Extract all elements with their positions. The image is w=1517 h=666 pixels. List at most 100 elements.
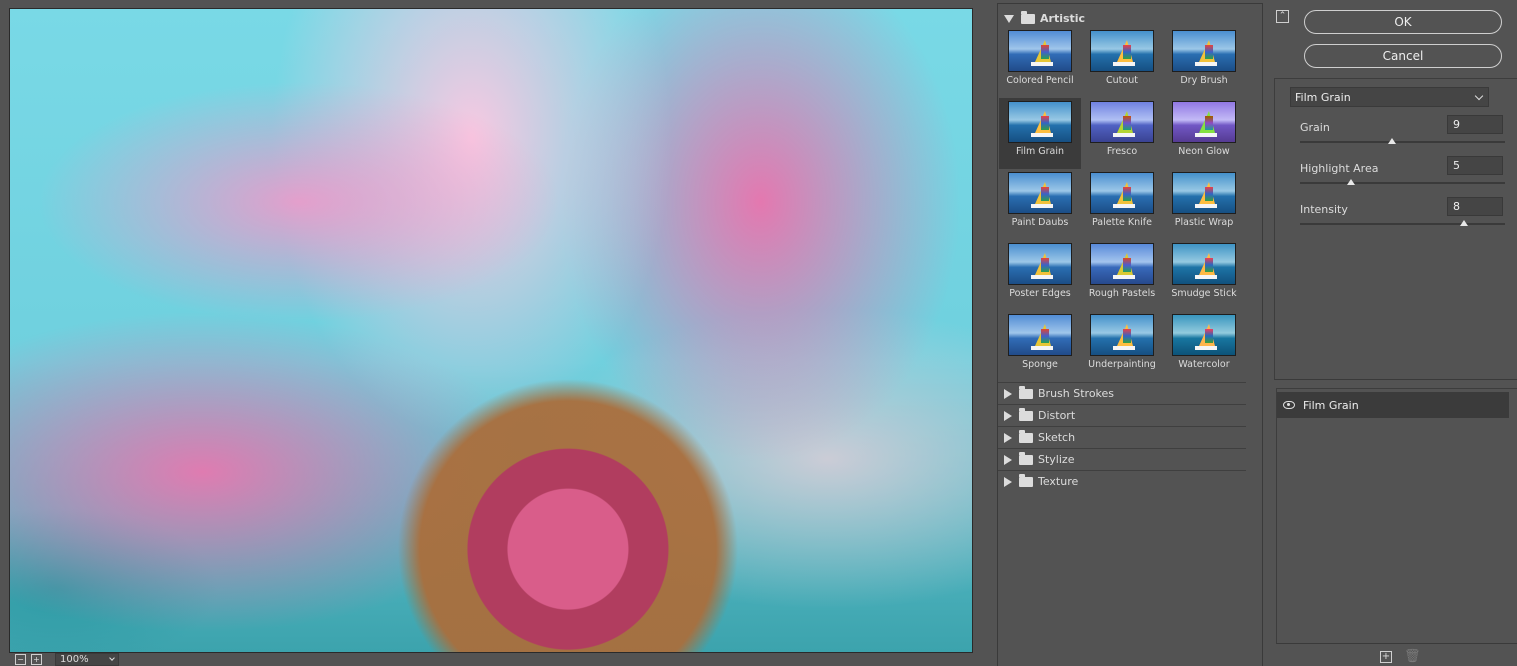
cancel-button[interactable]: Cancel — [1304, 44, 1502, 68]
filter-thumbnail[interactable]: Dry Brush — [1163, 27, 1245, 98]
filter-preview-image — [1090, 30, 1154, 72]
filter-preview-image — [1008, 101, 1072, 143]
category-list: Brush Strokes Distort Sketch Stylize Texture — [998, 382, 1262, 492]
filter-label: Palette Knife — [1091, 217, 1152, 228]
zoom-dropdown[interactable]: 100% — [55, 653, 119, 666]
filter-thumbnail[interactable]: Film Grain — [999, 98, 1081, 169]
filter-preview-image — [1090, 101, 1154, 143]
filter-preview-image — [1172, 101, 1236, 143]
slider-thumb[interactable] — [1388, 138, 1397, 144]
filter-label: Neon Glow — [1178, 146, 1230, 157]
category-label: Distort — [1038, 409, 1076, 422]
delete-effect-layer-button[interactable]: 🗑 — [1404, 650, 1421, 663]
filter-thumbnail[interactable]: Paint Daubs — [999, 169, 1081, 240]
filter-preview-image — [1090, 172, 1154, 214]
expand-triangle-icon — [1004, 14, 1014, 23]
filter-thumbnail[interactable]: Underpainting — [1081, 311, 1163, 382]
folder-icon — [1019, 473, 1033, 487]
settings-panel: ⌃ OK Cancel Film Grain Grain 9 Highlight A… — [1270, 0, 1517, 666]
filter-preview-image — [1008, 314, 1072, 356]
filter-label: Sponge — [1022, 359, 1058, 370]
filter-label: Dry Brush — [1180, 75, 1228, 86]
filter-thumbnail[interactable]: Rough Pastels — [1081, 240, 1163, 311]
filter-label: Plastic Wrap — [1174, 217, 1234, 228]
folder-icon — [1019, 407, 1033, 421]
category-row[interactable]: Texture — [998, 470, 1246, 492]
expand-triangle-icon — [1004, 410, 1012, 421]
category-row[interactable]: Sketch — [998, 426, 1246, 448]
chevron-down-icon — [1474, 91, 1484, 100]
preview-area: − + 100% — [0, 0, 990, 666]
slider-thumb[interactable] — [1347, 179, 1356, 185]
filter-thumbnail[interactable]: Fresco — [1081, 98, 1163, 169]
filter-preview-image — [1008, 172, 1072, 214]
folder-icon — [1019, 451, 1033, 465]
new-effect-layer-button[interactable]: + — [1380, 651, 1392, 663]
filter-label: Watercolor — [1178, 359, 1230, 370]
param-intensity: Intensity 8 — [1300, 197, 1510, 237]
param-label: Highlight Area — [1300, 162, 1379, 175]
filter-thumbnail[interactable]: Cutout — [1081, 27, 1163, 98]
chevron-down-icon — [109, 655, 115, 661]
filter-label: Film Grain — [1015, 146, 1065, 157]
expand-triangle-icon — [1004, 454, 1012, 465]
filter-thumbnail[interactable]: Colored Pencil — [999, 27, 1081, 98]
category-row[interactable]: Distort — [998, 404, 1246, 426]
filter-select[interactable]: Film Grain — [1290, 87, 1489, 107]
slider-track[interactable] — [1300, 182, 1505, 184]
filter-label: Cutout — [1106, 75, 1138, 86]
category-label: Stylize — [1038, 453, 1075, 466]
param-grain: Grain 9 — [1300, 115, 1510, 155]
filter-thumbnail[interactable]: Poster Edges — [999, 240, 1081, 311]
filter-label: Poster Edges — [1009, 288, 1071, 299]
param-highlight-area: Highlight Area 5 — [1300, 156, 1510, 196]
slider-thumb[interactable] — [1460, 220, 1468, 226]
filter-label: Rough Pastels — [1088, 288, 1156, 299]
filter-thumbnail[interactable]: Palette Knife — [1081, 169, 1163, 240]
ok-button[interactable]: OK — [1304, 10, 1502, 34]
filter-preview-image — [1172, 243, 1236, 285]
filter-preview-image — [1008, 243, 1072, 285]
category-label: Artistic — [1040, 12, 1086, 25]
collapse-gallery-button[interactable]: ⌃ — [1276, 10, 1289, 23]
category-label: Brush Strokes — [1038, 387, 1115, 400]
filter-thumbnail[interactable]: Neon Glow — [1163, 98, 1245, 169]
filter-select-value: Film Grain — [1295, 90, 1351, 104]
zoom-out-button[interactable]: − — [15, 654, 26, 665]
filter-preview-image — [1172, 30, 1236, 72]
preview-image[interactable] — [9, 8, 973, 653]
expand-triangle-icon — [1004, 432, 1012, 443]
param-label: Intensity — [1300, 203, 1348, 216]
filter-preview-image — [1008, 30, 1072, 72]
param-label: Grain — [1300, 121, 1330, 134]
effect-layer-list: Film Grain — [1276, 388, 1517, 644]
filter-label: Smudge Stick — [1171, 288, 1237, 299]
eye-icon[interactable] — [1283, 401, 1295, 409]
category-row[interactable]: Stylize — [998, 448, 1246, 470]
folder-icon — [1019, 385, 1033, 399]
slider-track[interactable] — [1300, 141, 1505, 143]
param-value-input[interactable]: 9 — [1447, 115, 1503, 134]
expand-triangle-icon — [1004, 388, 1012, 399]
filter-gallery-panel: Artistic Colored Pencil Cutout Dry Brush Fi… — [997, 3, 1263, 666]
param-value-input[interactable]: 8 — [1447, 197, 1503, 216]
expand-triangle-icon — [1004, 476, 1012, 487]
filter-thumbnail[interactable]: Sponge — [999, 311, 1081, 382]
layer-actions: + 🗑 — [1380, 650, 1421, 663]
filter-label: Underpainting — [1088, 359, 1156, 370]
zoom-in-button[interactable]: + — [31, 654, 42, 665]
filter-label: Fresco — [1106, 146, 1138, 157]
preview-toolbar: − + 100% — [0, 653, 990, 666]
category-label: Sketch — [1038, 431, 1076, 444]
effect-layer-row[interactable]: Film Grain — [1277, 392, 1509, 418]
param-value-input[interactable]: 5 — [1447, 156, 1503, 175]
filter-thumbnail[interactable]: Smudge Stick — [1163, 240, 1245, 311]
filter-preview-image — [1172, 314, 1236, 356]
filter-thumbnail[interactable]: Plastic Wrap — [1163, 169, 1245, 240]
slider-track[interactable] — [1300, 223, 1505, 225]
zoom-value: 100% — [60, 654, 89, 665]
folder-icon — [1019, 429, 1033, 443]
category-row[interactable]: Brush Strokes — [998, 382, 1246, 404]
filter-thumbnail[interactable]: Watercolor — [1163, 311, 1245, 382]
filter-preview-image — [1090, 243, 1154, 285]
